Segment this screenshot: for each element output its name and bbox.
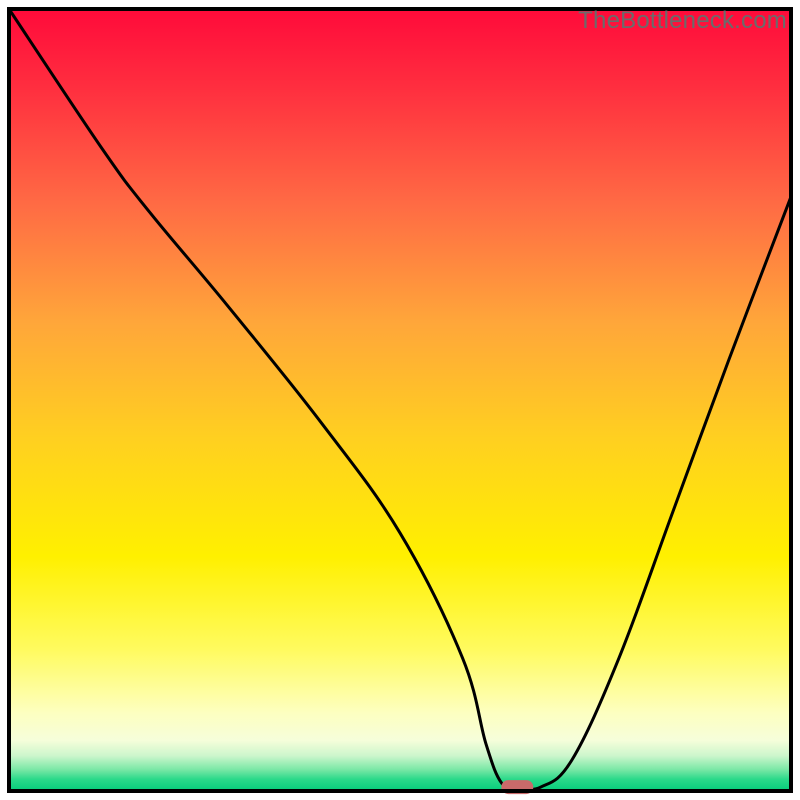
- watermark-label: TheBottleneck.com: [578, 7, 787, 35]
- bottleneck-chart: [5, 5, 795, 795]
- chart-frame: TheBottleneck.com: [5, 5, 795, 795]
